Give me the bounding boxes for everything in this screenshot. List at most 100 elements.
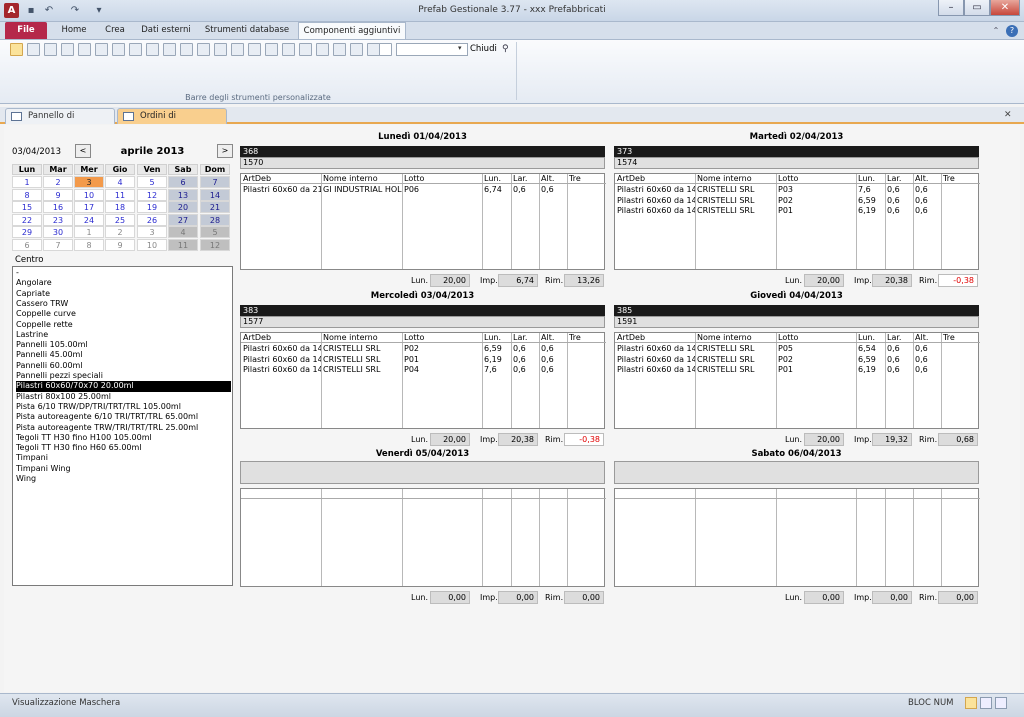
refresh-icon[interactable] [299, 43, 312, 56]
calendar-day[interactable]: 26 [137, 213, 167, 226]
format-painter-icon[interactable] [163, 43, 176, 56]
calendar-day[interactable]: 17 [74, 201, 104, 213]
calendar-day[interactable]: 7 [200, 176, 230, 188]
centro-list-item[interactable]: Pista 6/10 TRW/DP/TRI/TRT/TRL 105.00ml [16, 402, 231, 412]
order-grid[interactable]: ArtDeb Nome interno Lotto Lun. Lar. Alt. Tre Pi… [240, 332, 606, 429]
centro-list-item[interactable]: Pannelli pezzi speciali [16, 371, 231, 381]
centro-list-item[interactable]: Timpani Wing [16, 464, 231, 474]
calendar-day[interactable]: 6 [168, 176, 198, 188]
calendar-day[interactable]: 4 [168, 226, 198, 238]
close-label[interactable]: Chiudi [470, 44, 497, 54]
filter-selection-icon[interactable] [265, 43, 278, 56]
tab-file[interactable]: File [5, 22, 47, 39]
centro-list-item[interactable]: Tegoli TT H30 fino H60 65.00ml [16, 443, 231, 453]
close-document-icon[interactable]: ✕ [1004, 110, 1012, 120]
day-number-field[interactable]: 1591 [614, 316, 979, 328]
centro-listbox[interactable]: - Angolare Capriate Cassero TRW Coppelle cur… [12, 266, 233, 586]
calendar-day[interactable]: 28 [200, 213, 230, 226]
centro-list-item[interactable]: - [16, 268, 231, 278]
order-grid[interactable]: ArtDeb Nome interno Lotto Lun. Lar. Alt. Tre Pi… [614, 173, 980, 270]
calendar-day[interactable]: 25 [105, 213, 135, 226]
find-icon[interactable] [78, 43, 91, 56]
centro-list-item[interactable]: Wing [16, 474, 231, 484]
calendar-day[interactable]: 9 [43, 188, 73, 201]
delete-icon[interactable] [350, 43, 363, 56]
calendar-day[interactable]: 13 [168, 188, 198, 201]
sort-descending-icon[interactable] [248, 43, 261, 56]
calendar-day[interactable]: 2 [43, 176, 73, 188]
centro-list-item[interactable]: Pannelli 105.00ml [16, 340, 231, 350]
order-grid[interactable]: ArtDeb Nome interno Lotto Lun. Lar. Alt. Tre Pi… [240, 173, 606, 270]
datasheet-view-icon[interactable] [27, 43, 40, 56]
sort-ascending-icon[interactable] [231, 43, 244, 56]
centro-list-item[interactable]: Tegoli TT H30 fino H100 105.00ml [16, 433, 231, 443]
minimize-button[interactable]: – [938, 0, 964, 16]
calendar-day[interactable]: 12 [200, 238, 230, 251]
filter-form-icon[interactable] [282, 43, 295, 56]
tab-componenti-aggiuntivi[interactable]: Componenti aggiuntivi [298, 22, 406, 39]
tab-ordini-di-produzione[interactable]: Ordini di produzione [117, 108, 227, 136]
centro-list-item[interactable]: Pista autoreagente 6/10 TRI/TRT/TRL 65.0… [16, 412, 231, 422]
order-grid[interactable] [240, 488, 606, 587]
centro-list-item[interactable]: Pista autoreagente TRW/TRI/TRT/TRL 25.00… [16, 423, 231, 433]
calendar-day[interactable]: 3 [74, 176, 104, 188]
maximize-button[interactable]: ▭ [964, 0, 990, 16]
checkbox-icon[interactable] [379, 43, 392, 56]
calendar-day[interactable]: 12 [137, 188, 167, 201]
calendar-day[interactable]: 7 [43, 238, 73, 251]
calendar-day[interactable]: 19 [137, 201, 167, 213]
calendar-day[interactable]: 3 [137, 226, 167, 238]
spelling-icon[interactable] [95, 43, 108, 56]
calendar-day[interactable]: 10 [74, 188, 104, 201]
undo-toolbar-icon[interactable] [214, 43, 227, 56]
tab-crea[interactable]: Crea [96, 22, 134, 39]
day-number-field[interactable]: 1577 [240, 316, 605, 328]
tab-pannello-di-controllo[interactable]: Pannello di controllo [5, 108, 115, 136]
close-window-button[interactable]: ✕ [990, 0, 1020, 16]
centro-list-item[interactable]: Capriate [16, 289, 231, 299]
copy-icon[interactable] [129, 43, 142, 56]
paste-icon[interactable] [146, 43, 159, 56]
print-preview-icon[interactable] [44, 43, 57, 56]
centro-list-item[interactable]: Pannelli 60.00ml [16, 361, 231, 371]
centro-list-item[interactable]: Coppelle curve [16, 309, 231, 319]
calendar-day[interactable]: 21 [200, 201, 230, 213]
calendar-day[interactable]: 9 [105, 238, 135, 251]
centro-list-item[interactable]: Pilastri 80x100 25.00ml [16, 392, 231, 402]
design-view-icon[interactable] [995, 697, 1007, 709]
order-grid[interactable]: ArtDeb Nome interno Lotto Lun. Lar. Alt. Tre Pi… [614, 332, 980, 429]
calendar-day[interactable]: 1 [74, 226, 104, 238]
calendar-prev-button[interactable]: < [75, 144, 91, 158]
calendar-day[interactable]: 11 [168, 238, 198, 251]
calendar-day[interactable]: 6 [12, 238, 42, 251]
centro-list-item[interactable]: Pilastri 60x60/70x70 20.00ml [16, 381, 231, 392]
calendar-day[interactable]: 15 [12, 201, 42, 213]
calendar-day[interactable]: 5 [200, 226, 230, 238]
day-number-field[interactable]: 1570 [240, 157, 605, 169]
calendar-day[interactable]: 23 [43, 213, 73, 226]
calendar-day[interactable]: 8 [12, 188, 42, 201]
centro-list-item[interactable]: Angolare [16, 278, 231, 288]
centro-list-item[interactable]: Timpani [16, 453, 231, 463]
calendar-day[interactable]: 4 [105, 176, 135, 188]
calendar-day[interactable]: 8 [74, 238, 104, 251]
calendar-day[interactable]: 30 [43, 226, 73, 238]
layout-view-icon[interactable] [980, 697, 992, 709]
cut-icon[interactable] [112, 43, 125, 56]
calendar-next-button[interactable]: > [217, 144, 233, 158]
calendar-day[interactable]: 22 [12, 213, 42, 226]
calendar-day[interactable]: 29 [12, 226, 42, 238]
calendar-day[interactable]: 24 [74, 213, 104, 226]
calendar-day[interactable]: 10 [137, 238, 167, 251]
centro-list-item[interactable]: Cassero TRW [16, 299, 231, 309]
calendar-day[interactable]: 18 [105, 201, 135, 213]
calendar-day[interactable]: 14 [200, 188, 230, 201]
centro-list-item[interactable]: Coppelle rette [16, 320, 231, 330]
insert-object-icon[interactable] [180, 43, 193, 56]
attachment-icon[interactable] [197, 43, 210, 56]
day-number-field[interactable]: 1574 [614, 157, 979, 169]
help-icon[interactable]: ? [1006, 25, 1018, 37]
collapse-ribbon-icon[interactable]: ⌃ [990, 25, 1002, 37]
calendar-day[interactable]: 16 [43, 201, 73, 213]
form-view-icon[interactable] [10, 43, 23, 56]
